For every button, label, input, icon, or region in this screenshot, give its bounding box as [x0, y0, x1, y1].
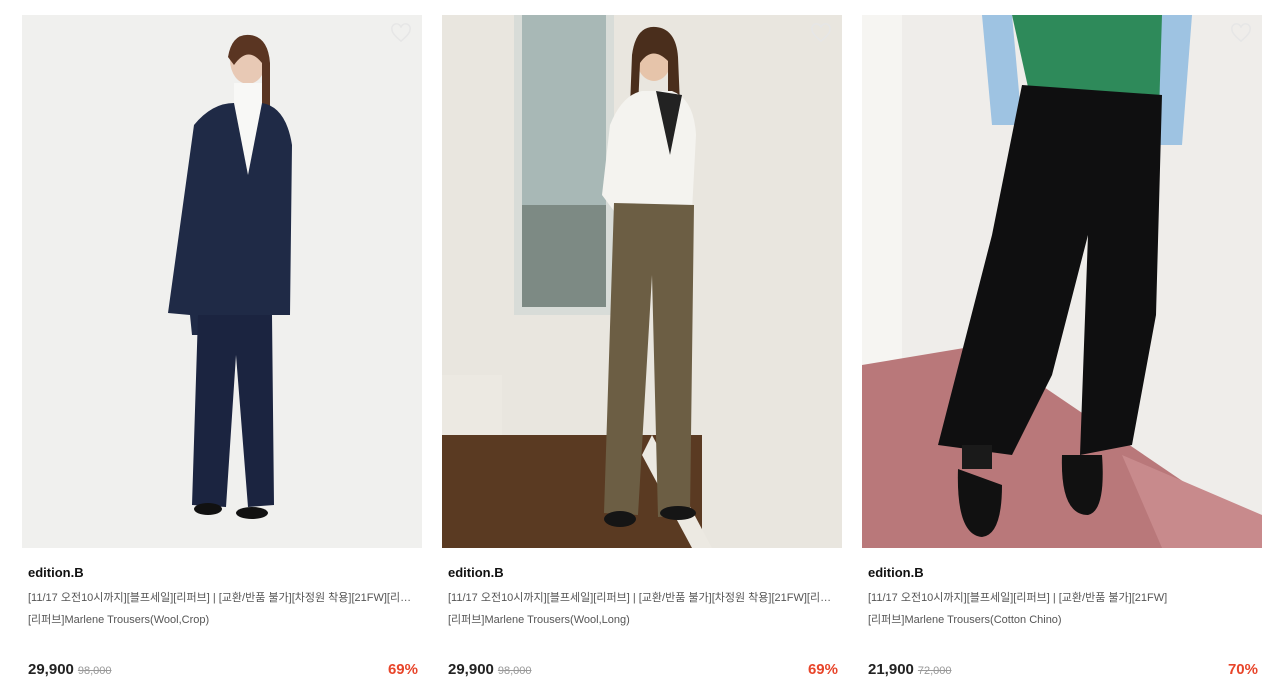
- product-subtitle[interactable]: [리퍼브]Marlene Trousers(Wool,Long): [448, 612, 836, 628]
- product-card[interactable]: edition.B [11/17 오전10시까지][블프세일][리퍼브] | […: [22, 15, 422, 694]
- wishlist-button[interactable]: [1230, 23, 1252, 43]
- discount-rate: 69%: [807, 661, 838, 678]
- original-price: 98,000: [77, 665, 112, 677]
- product-photo-icon: [862, 15, 1262, 548]
- product-image[interactable]: [862, 15, 1262, 548]
- sale-price: 21,900: [868, 661, 914, 678]
- product-card[interactable]: edition.B [11/17 오전10시까지][블프세일][리퍼브] | […: [442, 15, 842, 694]
- discount-rate: 70%: [1227, 661, 1258, 678]
- product-image[interactable]: [22, 15, 422, 548]
- brand-name[interactable]: edition.B: [448, 564, 836, 582]
- product-title[interactable]: [11/17 오전10시까지][블프세일][리퍼브] | [교환/반품 불가][…: [868, 590, 1256, 606]
- product-title[interactable]: [11/17 오전10시까지][블프세일][리퍼브] | [교환/반품 불가][…: [28, 590, 416, 606]
- product-subtitle[interactable]: [리퍼브]Marlene Trousers(Wool,Crop): [28, 612, 416, 628]
- product-title[interactable]: [11/17 오전10시까지][블프세일][리퍼브] | [교환/반품 불가][…: [448, 590, 836, 606]
- wishlist-button[interactable]: [810, 23, 832, 43]
- sale-price: 29,900: [28, 661, 74, 678]
- price-row: 21,900 72,000 70%: [868, 661, 1258, 683]
- discount-rate: 69%: [387, 661, 418, 678]
- wishlist-button[interactable]: [390, 23, 412, 43]
- original-price: 72,000: [917, 665, 952, 677]
- brand-name[interactable]: edition.B: [28, 564, 416, 582]
- heart-icon: [391, 23, 411, 43]
- product-card[interactable]: edition.B [11/17 오전10시까지][블프세일][리퍼브] | […: [862, 15, 1262, 694]
- price-row: 29,900 98,000 69%: [28, 661, 418, 683]
- brand-name[interactable]: edition.B: [868, 564, 1256, 582]
- product-subtitle[interactable]: [리퍼브]Marlene Trousers(Cotton Chino): [868, 612, 1256, 628]
- heart-icon: [1231, 23, 1251, 43]
- product-grid: edition.B [11/17 오전10시까지][블프세일][리퍼브] | […: [0, 0, 1265, 694]
- product-image[interactable]: [442, 15, 842, 548]
- price-row: 29,900 98,000 69%: [448, 661, 838, 683]
- heart-icon: [811, 23, 831, 43]
- original-price: 98,000: [497, 665, 532, 677]
- product-photo-icon: [442, 15, 842, 548]
- sale-price: 29,900: [448, 661, 494, 678]
- product-photo-icon: [22, 15, 422, 548]
